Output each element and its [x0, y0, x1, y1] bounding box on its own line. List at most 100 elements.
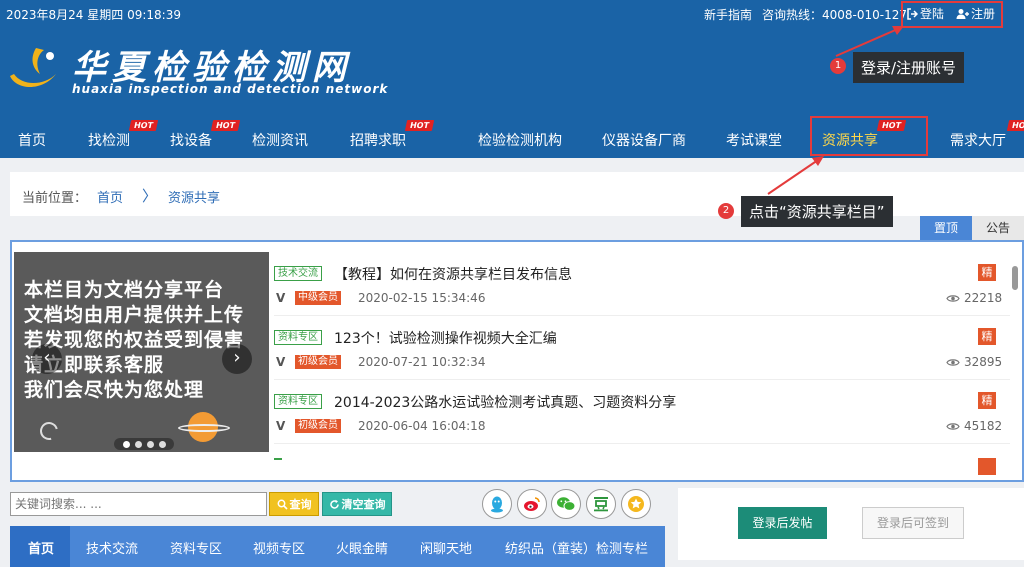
tab-pinned[interactable]: 置顶: [920, 216, 972, 240]
nav-item-demand-hall[interactable]: 需求大厅 HOT: [950, 120, 1024, 150]
step-2-callout: 点击“资源共享栏目”: [741, 196, 893, 227]
login-to-sign-in-button: 登录后可签到: [862, 507, 964, 539]
weibo-icon: [524, 497, 540, 511]
step-2-marker: 2: [718, 203, 734, 219]
featured-badge: 精: [978, 264, 996, 281]
nav-item-courses[interactable]: 考试课堂: [726, 130, 782, 150]
breadcrumb-home-link[interactable]: 首页: [97, 187, 123, 206]
subnav-item-materials[interactable]: 资料专区: [170, 538, 222, 557]
login-to-post-button[interactable]: 登录后发帖: [738, 507, 827, 539]
post-title-link[interactable]: 【教程】如何在资源共享栏目发布信息: [334, 264, 572, 284]
login-highlight-box: [901, 1, 1003, 28]
tab-notice[interactable]: 公告: [972, 216, 1024, 240]
post-category-tag[interactable]: 资料专区: [274, 330, 322, 345]
post-category-tag[interactable]: 技术交流: [274, 266, 322, 281]
breadcrumb-separator: 〉: [142, 187, 158, 205]
wechat-share-button[interactable]: [551, 489, 581, 519]
nav-item-institutions[interactable]: 检验检测机构: [478, 130, 562, 150]
post-title-link[interactable]: 2014-2023公路水运试验检测考试真题、习题资料分享: [334, 392, 676, 412]
logo-swoosh-icon: [10, 48, 56, 87]
vip-mark: V: [276, 291, 286, 305]
douban-icon: [594, 497, 608, 512]
carousel-next-button[interactable]: ›: [222, 344, 252, 374]
post-time: 2020-07-21 10:32:34: [358, 355, 486, 369]
guide-link[interactable]: 新手指南: [704, 6, 752, 23]
carousel-line: 文档均由用户提供并上传: [24, 304, 245, 326]
view-count: 32895: [946, 355, 1002, 369]
forum-subnav: 首页 技术交流 资料专区 视频专区 火眼金睛 闲聊天地 纺织品（童装）检测专栏: [10, 526, 665, 567]
view-count-value: 32895: [964, 355, 1003, 369]
step-1-marker: 1: [830, 58, 846, 74]
post-title-link[interactable]: 123个！试验检测操作视频大全汇编: [334, 328, 557, 348]
nav-item-find-equipment[interactable]: 找设备 HOT: [170, 120, 241, 150]
eye-icon: [946, 422, 960, 430]
moon-decoration: [36, 418, 62, 444]
carousel-dot[interactable]: [158, 440, 166, 448]
wechat-icon: [557, 497, 576, 511]
star-icon: [628, 496, 644, 512]
subnav-item-home[interactable]: 首页: [28, 538, 54, 557]
subnav-item-textile-column[interactable]: 纺织品（童装）检测专栏: [505, 538, 648, 557]
post-time: 2020-02-15 15:34:46: [358, 291, 486, 305]
refresh-icon: [329, 499, 339, 509]
nav-item-home[interactable]: 首页: [18, 130, 46, 150]
post-time: 2020-06-04 16:04:18: [358, 419, 486, 433]
subnav-item-chat[interactable]: 闲聊天地: [420, 538, 472, 557]
carousel-dot[interactable]: [146, 440, 154, 448]
carousel-dots: [114, 438, 174, 450]
breadcrumb-label: 当前位置：: [22, 191, 88, 206]
featured-badge: [978, 458, 996, 475]
annotation-arrow-2: [767, 156, 824, 195]
image-carousel[interactable]: 本栏目为文档分享平台 文档均由用户提供并上传 若发现您的权益受到侵害 请立即联系…: [14, 252, 269, 452]
scrollbar-thumb[interactable]: [1012, 266, 1018, 290]
vip-mark: V: [276, 419, 286, 433]
search-icon: [277, 499, 288, 510]
subnav-item-videos[interactable]: 视频专区: [253, 538, 305, 557]
step-1-callout: 登录/注册账号: [853, 52, 965, 83]
clear-button-label: 清空查询: [341, 498, 386, 511]
post-item[interactable]: 资料专区 123个！试验检测操作视频大全汇编 V 初级会员 2020-07-21…: [274, 316, 1010, 380]
query-button-label: 查询: [289, 498, 312, 511]
weibo-share-button[interactable]: [517, 489, 547, 519]
qq-icon: [491, 496, 503, 513]
post-item[interactable]: 资料专区 2014-2023公路水运试验检测考试真题、习题资料分享 V 初级会员…: [274, 380, 1010, 444]
site-logo[interactable]: 华夏检验检测网 huaxia inspection and detection …: [6, 40, 416, 100]
subnav-item-sharp-eyes[interactable]: 火眼金睛: [336, 538, 388, 557]
subnav-item-tech-exchange[interactable]: 技术交流: [86, 538, 138, 557]
carousel-dot[interactable]: [134, 440, 142, 448]
hot-badge: HOT: [128, 120, 159, 131]
planet-ring-decoration: [178, 424, 230, 432]
eye-icon: [946, 294, 960, 302]
panel-scrollbar[interactable]: [1012, 264, 1018, 474]
member-level-badge: 中级会员: [295, 291, 341, 305]
carousel-dot[interactable]: [122, 440, 130, 448]
post-item-partial[interactable]: [274, 444, 1010, 480]
carousel-prev-button[interactable]: ‹: [32, 344, 62, 374]
qq-share-button[interactable]: [482, 489, 512, 519]
featured-badge: 精: [978, 392, 996, 409]
favorite-share-button[interactable]: [621, 489, 651, 519]
view-count-value: 45182: [964, 419, 1003, 433]
view-count-value: 22218: [964, 291, 1003, 305]
eye-icon: [946, 358, 960, 366]
carousel-line: 本栏目为文档分享平台: [24, 279, 225, 301]
post-category-tag[interactable]: 资料专区: [274, 394, 322, 409]
nav-item-manufacturers[interactable]: 仪器设备厂商: [602, 130, 686, 150]
nav-item-jobs[interactable]: 招聘求职 HOT: [350, 120, 435, 150]
post-category-tag[interactable]: [274, 458, 282, 460]
hot-badge: HOT: [210, 120, 241, 131]
hot-badge: HOT: [404, 120, 435, 131]
member-level-badge: 初级会员: [295, 355, 341, 369]
hot-badge: HOT: [1006, 120, 1024, 131]
keyword-search-input[interactable]: [10, 492, 267, 516]
breadcrumb-current[interactable]: 资源共享: [168, 187, 220, 206]
clear-query-button[interactable]: 清空查询: [322, 492, 392, 516]
douban-share-button[interactable]: [586, 489, 616, 519]
query-button[interactable]: 查询: [269, 492, 319, 516]
logo-subtitle: huaxia inspection and detection network: [72, 82, 389, 96]
nav-item-find-testing[interactable]: 找检测 HOT: [88, 120, 159, 150]
view-count: 45182: [946, 419, 1002, 433]
content-panel: 本栏目为文档分享平台 文档均由用户提供并上传 若发现您的权益受到侵害 请立即联系…: [10, 240, 1024, 482]
post-item[interactable]: 技术交流 【教程】如何在资源共享栏目发布信息 V 中级会员 2020-02-15…: [274, 252, 1010, 316]
nav-item-news[interactable]: 检测资讯: [252, 130, 308, 150]
